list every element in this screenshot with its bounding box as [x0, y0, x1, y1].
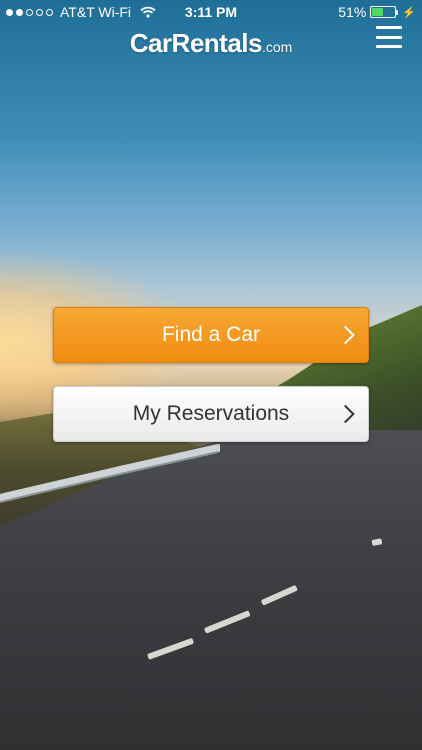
menu-bar — [376, 35, 402, 39]
find-car-button[interactable]: Find a Car — [53, 307, 369, 363]
my-reservations-button[interactable]: My Reservations — [53, 386, 369, 442]
menu-bar — [376, 45, 402, 48]
find-car-label: Find a Car — [161, 323, 261, 346]
battery-cap — [396, 10, 399, 15]
battery-level — [372, 8, 383, 16]
battery-percent: 51% — [338, 4, 367, 20]
menu-bar — [376, 26, 402, 29]
logo-main: CarRentals — [129, 28, 263, 58]
charging-bolt-icon: ⚡ — [402, 6, 416, 19]
hamburger-menu-icon[interactable] — [376, 26, 402, 48]
battery-status: 51% ⚡ — [338, 4, 416, 20]
logo-suffix: .com — [261, 39, 293, 55]
my-reservations-label: My Reservations — [132, 402, 290, 425]
status-bar: AT&T Wi-Fi 3:11 PM 51% ⚡ — [0, 0, 422, 24]
chevron-right-icon — [336, 325, 355, 345]
battery-icon — [370, 6, 399, 18]
guardrail — [0, 444, 220, 503]
chevron-right-icon — [336, 404, 355, 424]
app-logo: CarRentals.com — [0, 28, 422, 59]
